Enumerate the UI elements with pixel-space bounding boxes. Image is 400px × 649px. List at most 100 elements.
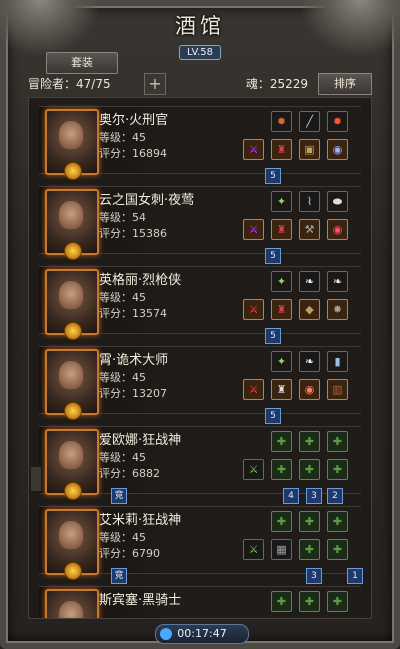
equipment-slot-icon[interactable]: ⚒ [299, 219, 320, 240]
skill-slot-icon[interactable]: ❧ [327, 271, 348, 292]
hero-score: 评分：16894 [99, 147, 167, 160]
hero-card[interactable]: 英格丽·烈枪侠 等级：45 评分：13574 ✦ ❧ ❧ ⚔ ♜ ◆ ✸ [39, 266, 361, 340]
arena-tag: 竞 [111, 488, 127, 504]
empty-slot-icon[interactable]: ✚ [299, 539, 320, 560]
timer-text: 00:17:47 [177, 627, 227, 640]
star-badge-icon [64, 562, 82, 580]
rank-badge: 5 [265, 408, 281, 424]
equipment-slot-icon[interactable]: ▦ [271, 539, 292, 560]
skill-slot-icon[interactable]: ▮ [327, 351, 348, 372]
star-badge-icon [64, 482, 82, 500]
empty-slot-icon[interactable]: ✚ [271, 431, 292, 452]
equipment-slot-icon[interactable]: ⚔ [243, 539, 264, 560]
hero-score: 评分：15386 [99, 227, 167, 240]
hero-portrait [45, 349, 99, 420]
empty-slot-icon[interactable]: ✚ [299, 431, 320, 452]
clock-icon [160, 628, 172, 640]
empty-slot-icon[interactable]: ✚ [299, 459, 320, 480]
hero-card[interactable]: 斯宾塞·黑骑士 ✚ ✚ ✚ [39, 586, 361, 618]
hero-level: 等级：45 [99, 531, 146, 544]
level-badge: LV.58 [179, 45, 221, 60]
hero-card[interactable]: 云之国女刺·夜莺 等级：54 评分：15386 ✦ ⌇ ⬬ ⚔ ♜ ⚒ ◉ [39, 186, 361, 260]
equipment-slot-icon[interactable]: ✸ [327, 299, 348, 320]
star-badge-icon [64, 402, 82, 420]
hero-name: 爱欧娜·狂战神 [99, 433, 182, 448]
rank-badge: 3 [306, 568, 322, 584]
hero-name: 奥尔·火刑官 [99, 113, 169, 128]
star-badge-icon [64, 242, 82, 260]
hero-level: 等级：45 [99, 371, 146, 384]
hero-portrait [45, 509, 99, 580]
hero-score: 评分：13207 [99, 387, 167, 400]
sort-button[interactable]: 排序 [318, 73, 372, 95]
empty-slot-icon[interactable]: ✚ [327, 431, 348, 452]
hero-level: 等级：45 [99, 291, 146, 304]
equipment-slot-icon[interactable]: ◉ [299, 379, 320, 400]
empty-slot-icon[interactable]: ✚ [271, 511, 292, 532]
hero-score: 评分：6882 [99, 467, 160, 480]
hero-name: 霄·诡术大师 [99, 353, 169, 368]
equipment-slot-icon[interactable]: ◉ [327, 219, 348, 240]
rank-badge: 3 [306, 488, 322, 504]
hero-portrait [45, 189, 99, 260]
hero-card[interactable]: 霄·诡术大师 等级：45 评分：13207 ✦ ❧ ▮ ⚔ ♜ ◉ ▥ [39, 346, 361, 420]
empty-slot-icon[interactable]: ✚ [327, 591, 348, 612]
skill-slot-icon[interactable]: ❧ [299, 271, 320, 292]
skill-slot-icon[interactable]: ⬬ [327, 191, 348, 212]
hero-card[interactable]: 爱欧娜·狂战神 等级：45 评分：6882 ✚ ✚ ✚ ⚔ ✚ ✚ ✚ [39, 426, 361, 500]
hero-portrait [45, 429, 99, 500]
hero-score: 评分：6790 [99, 547, 160, 560]
star-badge-icon [64, 162, 82, 180]
hero-level: 等级：45 [99, 131, 146, 144]
equipment-slot-icon[interactable]: ♜ [271, 379, 292, 400]
equipment-slot-icon[interactable]: ◆ [299, 299, 320, 320]
hero-level: 等级：54 [99, 211, 146, 224]
equipment-slot-icon[interactable]: ⚔ [243, 219, 264, 240]
rank-badge: 5 [265, 168, 281, 184]
empty-slot-icon[interactable]: ✚ [271, 459, 292, 480]
hero-name: 艾米莉·狂战神 [99, 513, 182, 528]
scroll-handle[interactable] [31, 467, 41, 491]
empty-slot-icon[interactable]: ✚ [327, 539, 348, 560]
hero-portrait [45, 589, 99, 618]
equipment-slot-icon[interactable]: ⚔ [243, 379, 264, 400]
outfit-button[interactable]: 套装 [46, 52, 118, 74]
skill-slot-icon[interactable]: ✹ [327, 111, 348, 132]
empty-slot-icon[interactable]: ✚ [271, 591, 292, 612]
stats-bar: 冒险者：47/75 + 魂：25229 排序 [28, 73, 372, 95]
hero-portrait [45, 109, 99, 180]
empty-slot-icon[interactable]: ✚ [299, 591, 320, 612]
equipment-slot-icon[interactable]: ⚔ [243, 299, 264, 320]
skill-slot-icon[interactable]: ❧ [299, 351, 320, 372]
equipment-slot-icon[interactable]: ♜ [271, 139, 292, 160]
arena-tag: 竞 [111, 568, 127, 584]
skill-slot-icon[interactable]: ⌇ [299, 191, 320, 212]
hero-name: 云之国女刺·夜莺 [99, 193, 195, 208]
equipment-slot-icon[interactable]: ⚔ [243, 459, 264, 480]
rank-badge: 1 [347, 568, 363, 584]
empty-slot-icon[interactable]: ✚ [327, 459, 348, 480]
equipment-slot-icon[interactable]: ◉ [327, 139, 348, 160]
hero-card[interactable]: 艾米莉·狂战神 等级：45 评分：6790 ✚ ✚ ✚ ⚔ ▦ ✚ ✚ [39, 506, 361, 580]
skill-slot-icon[interactable]: ✦ [271, 351, 292, 372]
skill-slot-icon[interactable]: ╱ [299, 111, 320, 132]
equipment-slot-icon[interactable]: ♜ [271, 219, 292, 240]
star-badge-icon [64, 322, 82, 340]
hero-card[interactable]: 奥尔·火刑官 等级：45 评分：16894 ✹ ╱ ✹ ⚔ ♜ ▣ ◉ [39, 106, 361, 180]
page-title: 酒馆 [175, 14, 225, 38]
adventurer-count: 冒险者：47/75 [28, 77, 111, 91]
skill-slot-icon[interactable]: ✹ [271, 111, 292, 132]
hero-score: 评分：13574 [99, 307, 167, 320]
skill-slot-icon[interactable]: ✦ [271, 191, 292, 212]
equipment-slot-icon[interactable]: ▥ [327, 379, 348, 400]
empty-slot-icon[interactable]: ✚ [299, 511, 320, 532]
equipment-slot-icon[interactable]: ⚔ [243, 139, 264, 160]
add-slot-button[interactable]: + [144, 73, 166, 95]
skill-slot-icon[interactable]: ✦ [271, 271, 292, 292]
hero-name: 英格丽·烈枪侠 [99, 273, 182, 288]
equipment-slot-icon[interactable]: ♜ [271, 299, 292, 320]
empty-slot-icon[interactable]: ✚ [327, 511, 348, 532]
equipment-slot-icon[interactable]: ▣ [299, 139, 320, 160]
rank-badge: 2 [327, 488, 343, 504]
hero-list[interactable]: 奥尔·火刑官 等级：45 评分：16894 ✹ ╱ ✹ ⚔ ♜ ▣ ◉ 5 云之… [28, 97, 372, 619]
